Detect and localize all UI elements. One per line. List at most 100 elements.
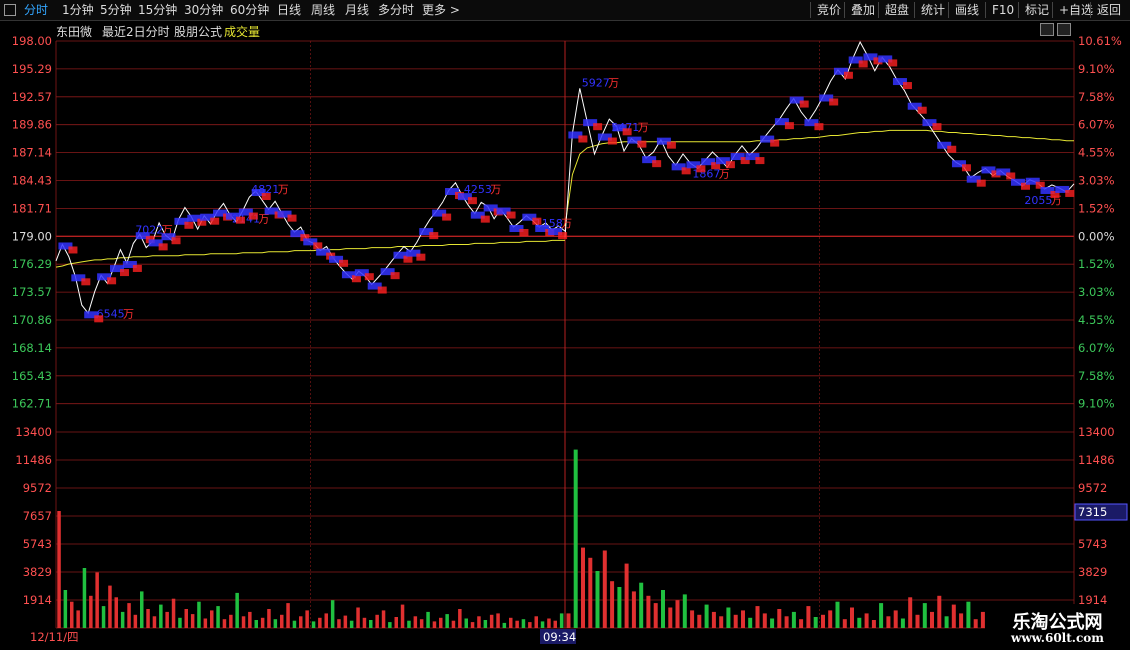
label-mark-red: [390, 272, 400, 280]
pct-tick-label: 1.52%: [1078, 257, 1115, 271]
amount-label-unit: 万: [258, 213, 269, 226]
price-tick-label: 184.43: [12, 174, 52, 188]
label-mark-red: [607, 137, 617, 145]
volume-bar-day1: [540, 621, 545, 628]
volume-tick-label-right: 9572: [1078, 481, 1107, 495]
volume-bar-day1: [299, 616, 303, 628]
volume-bar-day1: [280, 614, 284, 628]
volume-bar-day1: [216, 606, 220, 628]
volume-bar-day1: [388, 622, 392, 628]
volume-bar-day1: [515, 620, 519, 628]
volume-bar-day2: [595, 571, 600, 628]
volume-bar-day2: [770, 618, 775, 628]
volume-bar-day2: [675, 600, 680, 628]
volume-bar-day1: [413, 616, 418, 628]
volume-bar-day2: [711, 611, 716, 628]
watermark: 乐淘公式网 www.60lt.com: [985, 604, 1130, 650]
price-tick-label: 165.43: [12, 369, 52, 383]
label-mark-red: [68, 246, 78, 254]
label-mark-red: [637, 140, 647, 148]
volume-tick-label-right: 11486: [1078, 453, 1115, 467]
pct-tick-label: 3.03%: [1078, 285, 1115, 299]
volume-bar-day1: [286, 603, 290, 628]
volume-tick-label: 7657: [23, 509, 52, 523]
volume-bar-day1: [133, 614, 138, 628]
volume-tick-label: 9572: [23, 481, 52, 495]
volume-bar-day2: [973, 619, 978, 628]
label-mark-red: [947, 145, 957, 153]
volume-bar-day1: [426, 611, 430, 628]
volume-bar-day2: [748, 617, 753, 628]
label-mark-red: [961, 164, 971, 172]
volume-bar-day1: [254, 620, 258, 628]
volume-bar-day1: [57, 511, 61, 628]
label-mark-red: [843, 71, 853, 79]
volume-bar-day2: [799, 619, 804, 628]
volume-bar-day1: [394, 617, 398, 628]
volume-bar-day2: [682, 594, 687, 628]
pct-tick-label: 0.00%: [1078, 229, 1115, 243]
volume-tick-label: 11486: [15, 453, 52, 467]
volume-bar-day2: [937, 595, 942, 628]
label-mark-red: [770, 139, 780, 147]
pct-tick-label: 3.03%: [1078, 174, 1115, 188]
volume-bar-day1: [311, 621, 316, 628]
label-mark-red: [467, 197, 477, 205]
volume-bar-day1: [229, 614, 233, 628]
label-mark-red: [377, 286, 387, 294]
volume-bar-day1: [483, 620, 488, 628]
amount-label-unit: 万: [123, 308, 134, 321]
price-tick-label: 170.86: [12, 313, 52, 327]
volume-bar-day2: [871, 620, 876, 628]
label-mark-red: [725, 161, 735, 169]
volume-bar-day1: [445, 614, 449, 628]
volume-bar-day2: [617, 587, 622, 628]
pct-tick-label: 9.10%: [1078, 62, 1115, 76]
volume-bar-day1: [63, 590, 68, 628]
label-mark-red: [902, 82, 912, 90]
volume-bar-day1: [458, 609, 462, 628]
volume-bar-day1: [197, 601, 201, 628]
volume-bar-day1: [521, 619, 526, 628]
time-cursor-label: 09:34: [543, 630, 576, 644]
label-mark-red: [1006, 172, 1016, 180]
label-mark-red: [652, 160, 662, 168]
volume-bar-day2: [879, 603, 884, 628]
label-mark-red: [681, 167, 691, 175]
volume-bar-day1: [343, 615, 348, 628]
volume-bar-day2: [959, 613, 964, 628]
label-mark-red: [287, 214, 297, 222]
volume-bar-day1: [381, 610, 386, 628]
volume-bar-day2: [697, 614, 702, 628]
volume-bar-day1: [95, 572, 99, 628]
label-mark-red: [814, 123, 824, 131]
volume-bar-day2: [806, 606, 811, 628]
volume-bar-day2: [588, 557, 593, 628]
label-mark-red: [210, 217, 220, 225]
price-tick-label: 162.71: [12, 397, 52, 411]
volume-bar-day1: [222, 619, 227, 628]
volume-tick-label-right: 13400: [1078, 425, 1115, 439]
amount-label-unit: 万: [490, 183, 501, 196]
volume-bar-day1: [127, 603, 131, 628]
volume-bar-day1: [273, 619, 278, 628]
volume-bar-day2: [951, 604, 956, 628]
volume-tick-label: 1914: [23, 593, 52, 607]
volume-bar-day1: [502, 622, 507, 628]
volume-bar-day2: [610, 581, 615, 628]
volume-bar-day1: [369, 620, 373, 628]
volume-bar-day1: [241, 616, 246, 628]
label-mark-red: [261, 193, 271, 201]
volume-bar-day1: [178, 617, 182, 628]
price-tick-label: 168.14: [12, 341, 52, 355]
label-mark-red: [755, 157, 765, 165]
volume-bar-day2: [908, 597, 913, 628]
volume-bar-day2: [602, 550, 607, 628]
amount-label-unit: 万: [638, 121, 649, 134]
amount-labels: 6545万5471万1867万2055万5927万4821万4253万7022万…: [58, 53, 1075, 323]
volume-bar-day1: [165, 611, 169, 628]
pct-tick-label: 10.61%: [1078, 34, 1122, 48]
volume-bar-day2: [733, 614, 738, 628]
volume-bar-day2: [842, 619, 847, 628]
volume-bar-day2: [668, 607, 673, 628]
